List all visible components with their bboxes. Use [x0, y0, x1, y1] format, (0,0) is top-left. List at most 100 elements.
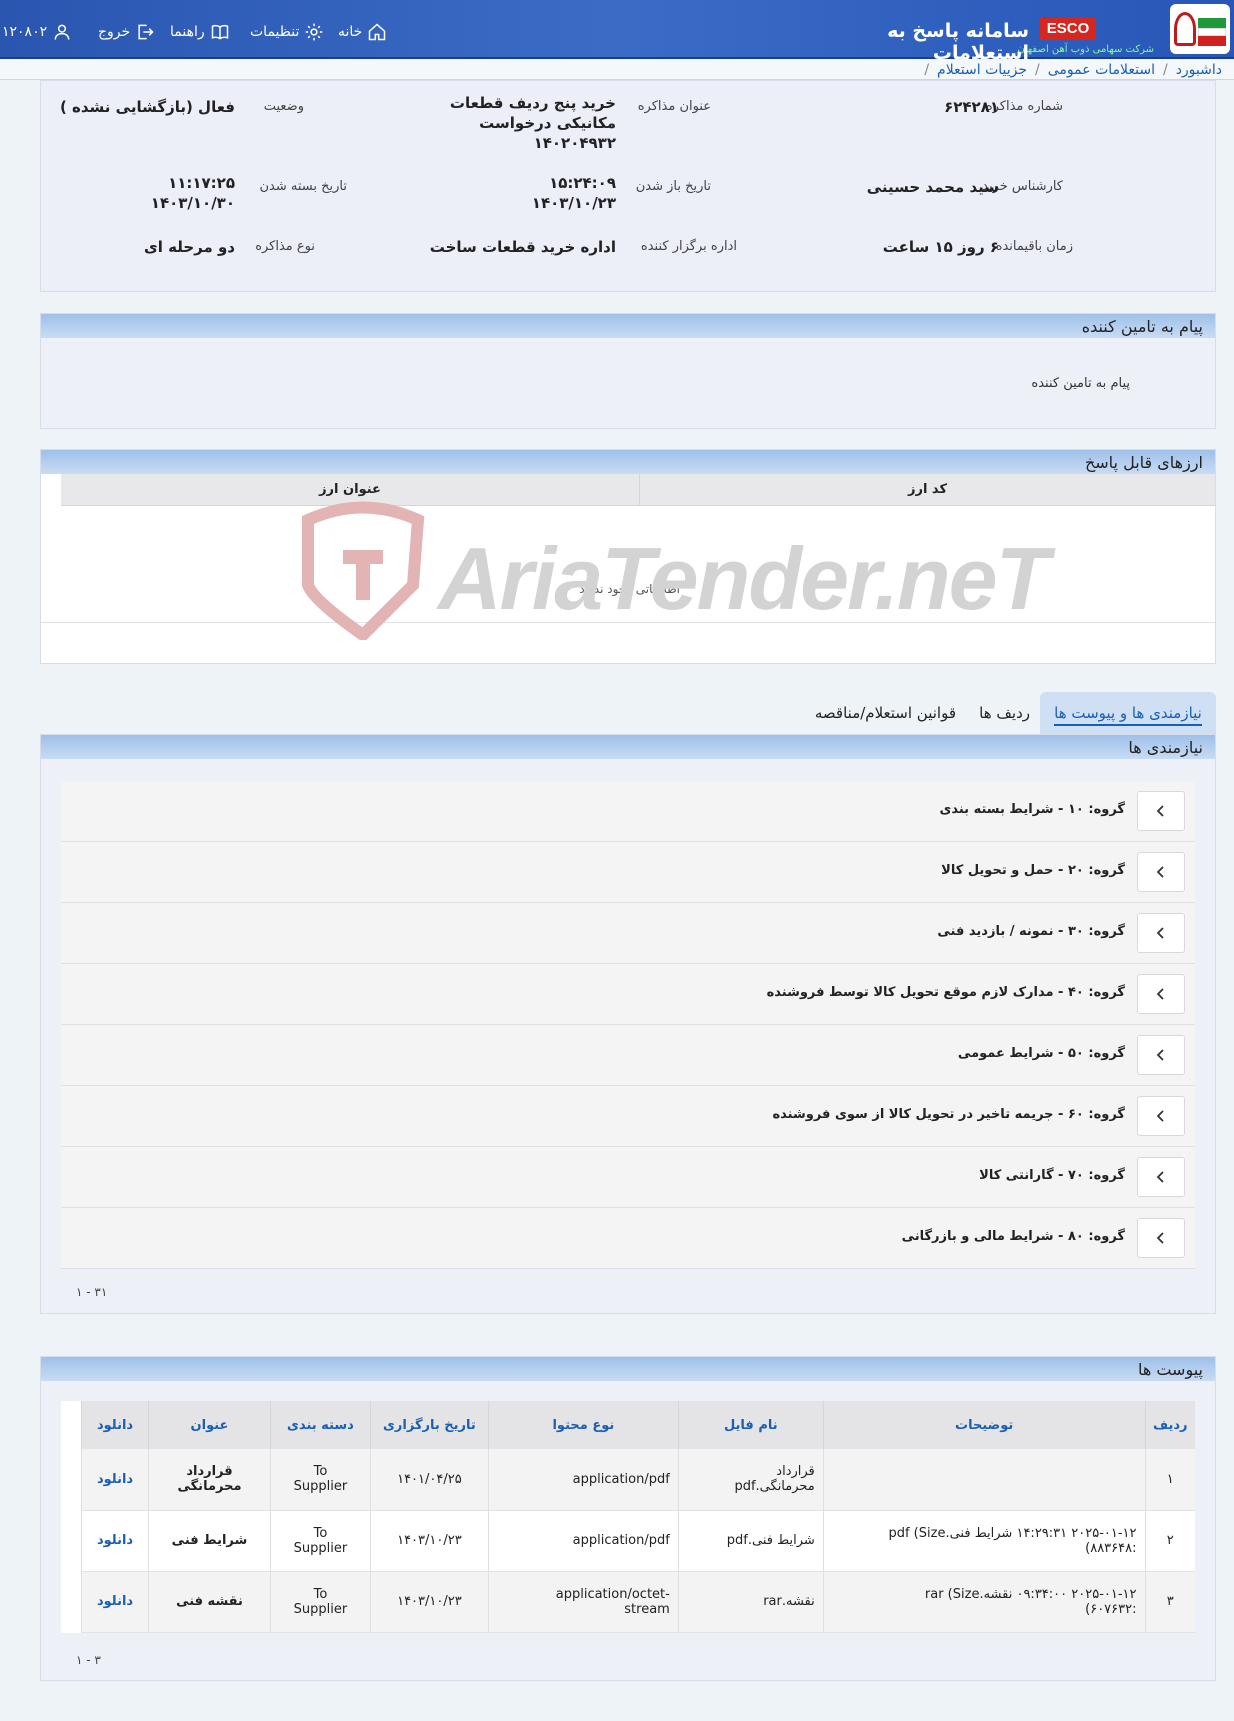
home-icon: [369, 23, 386, 41]
attachments-heading: پیوست ها: [41, 1357, 1215, 1381]
cell-content-type: application/octet-stream: [487, 1571, 679, 1633]
title-value: خرید پنج ردیف قطعات مکانیکی درخواست ۱۴۰۲…: [450, 93, 616, 153]
open-date-value: ۱۵:۲۴:۰۹ ۱۴۰۳/۱۰/۲۳: [532, 173, 616, 213]
requirements-pager: ۱ - ۳۱: [76, 1285, 108, 1299]
cell-content-type: application/pdf: [487, 1510, 679, 1572]
logout-icon: [138, 24, 154, 40]
expand-button[interactable]: [1137, 852, 1185, 892]
col-download[interactable]: دانلود: [80, 1401, 149, 1449]
col-content-type[interactable]: نوع محتوا: [487, 1401, 679, 1449]
desc-line-2: :۶۰۷۶۳۲): [1085, 1601, 1137, 1617]
cell-row: ۱: [1144, 1449, 1195, 1511]
tab-rules[interactable]: قوانین استعلام/مناقصه: [805, 692, 966, 734]
title-line-1: خرید پنج ردیف قطعات: [449, 94, 616, 112]
cat-line-2: Supplier: [293, 1540, 348, 1556]
cat-line-1: To: [313, 1464, 328, 1480]
nav-logout[interactable]: خروج: [98, 22, 155, 42]
gear-icon: [306, 23, 323, 41]
requirement-group[interactable]: گروه: ۸۰ - شرایط مالی و بازرگانی: [61, 1208, 1195, 1269]
chevron-left-icon: [1156, 927, 1164, 939]
user-id: ۱۲۰۸۰۲: [2, 24, 48, 40]
requirement-group-label: گروه: ۳۰ - نمونه / بازدید فنی: [937, 924, 1125, 939]
close-date: ۱۴۰۳/۱۰/۳۰: [150, 194, 235, 212]
tab-label: نیازمندی ها و پیوست ها: [1054, 704, 1202, 726]
organizer-label: اداره برگزار کننده: [640, 239, 737, 254]
breadcrumb-separator: /: [924, 61, 930, 78]
cell-category: To Supplier: [269, 1571, 371, 1633]
download-link[interactable]: دانلود: [97, 1472, 133, 1487]
col-row[interactable]: ردیف: [1144, 1401, 1195, 1449]
cell-file-name: نقشه.rar: [677, 1571, 824, 1633]
requirement-group[interactable]: گروه: ۶۰ - جریمه تاخیر در تحویل کالا از …: [61, 1086, 1195, 1147]
close-time: ۱۱:۱۷:۲۵: [168, 174, 235, 192]
file-line-2: محرمانگی.pdf: [734, 1479, 815, 1495]
col-category[interactable]: دسته بندی: [269, 1401, 371, 1449]
nav-settings-label: تنظیمات: [250, 24, 300, 40]
negotiation-no: ۶۲۴۲۸۱: [944, 98, 999, 116]
col-upload-date[interactable]: تاریخ بارگزاری: [369, 1401, 489, 1449]
expand-button[interactable]: [1137, 913, 1185, 953]
supplier-message-heading: پیام به تامین کننده: [41, 314, 1215, 338]
col-currency-code[interactable]: کد ارز: [639, 474, 1215, 506]
requirement-group[interactable]: گروه: ۷۰ - گارانتی کالا: [61, 1147, 1195, 1208]
supplier-message-panel: پیام به تامین کننده پیام به تامین کننده: [40, 313, 1216, 429]
chevron-left-icon: [1156, 1232, 1164, 1244]
col-file-name[interactable]: نام فایل: [677, 1401, 824, 1449]
nav-guide[interactable]: راهنما: [170, 22, 230, 42]
cell-download: دانلود: [80, 1510, 149, 1572]
requirements-panel: نیازمندی ها گروه: ۱۰ - شرایط بسته بندی گر…: [40, 734, 1216, 1314]
brand: ESCO شرکت سهامی ذوب آهن اصفهان سامانه پا…: [814, 0, 1234, 64]
currencies-empty-message: اطلاعاتی وجود ندارد: [579, 582, 680, 596]
requirements-heading: نیازمندی ها: [41, 735, 1215, 759]
breadcrumb-dashboard[interactable]: داشبورد: [1176, 62, 1222, 78]
expand-button[interactable]: [1137, 1218, 1185, 1258]
requirement-group-label: گروه: ۱۰ - شرایط بسته بندی: [939, 802, 1125, 817]
requirement-group-label: گروه: ۲۰ - حمل و تحویل کالا: [941, 863, 1125, 878]
cat-line-1: To: [313, 1586, 328, 1602]
requirement-group-label: گروه: ۴۰ - مدارک لازم موقع تحویل کالا تو…: [766, 985, 1125, 1000]
nav-user[interactable]: ۱۲۰۸۰۲: [2, 22, 72, 42]
download-link[interactable]: دانلود: [97, 1594, 133, 1609]
cell-file-name: قرارداد محرمانگی.pdf: [677, 1449, 824, 1511]
company-logo: [1170, 4, 1230, 54]
supplier-message-body: پیام به تامین کننده: [1031, 376, 1130, 391]
expand-button[interactable]: [1137, 1157, 1185, 1197]
requirement-group[interactable]: گروه: ۲۰ - حمل و تحویل کالا: [61, 842, 1195, 903]
cell-content-type: application/pdf: [487, 1449, 679, 1511]
tab-bar: نیازمندی ها و پیوست ها ردیف ها قوانین اس…: [40, 684, 1216, 734]
expert-value: سید محمد حسینی: [866, 178, 999, 196]
expand-button[interactable]: [1137, 1035, 1185, 1075]
requirement-group-label: گروه: ۵۰ - شرایط عمومی: [957, 1046, 1125, 1061]
nav-guide-label: راهنما: [170, 24, 205, 40]
user-icon: [54, 24, 70, 40]
requirement-group[interactable]: گروه: ۴۰ - مدارک لازم موقع تحویل کالا تو…: [61, 964, 1195, 1025]
requirement-group[interactable]: گروه: ۱۰ - شرایط بسته بندی: [61, 781, 1195, 842]
nav-home[interactable]: خانه: [338, 22, 387, 42]
cell-download: دانلود: [80, 1449, 149, 1511]
tab-requirements-attachments[interactable]: نیازمندی ها و پیوست ها: [1040, 692, 1216, 734]
col-title[interactable]: عنوان: [148, 1401, 271, 1449]
esco-logo: ESCO: [1040, 18, 1096, 40]
expand-button[interactable]: [1137, 791, 1185, 831]
col-description[interactable]: توضیحات: [822, 1401, 1146, 1449]
requirement-group[interactable]: گروه: ۳۰ - نمونه / بازدید فنی: [61, 903, 1195, 964]
nav-settings[interactable]: تنظیمات: [250, 22, 324, 42]
breadcrumb-public-inquiries[interactable]: استعلامات عمومی: [1048, 62, 1155, 78]
title-label: عنوان مذاکره: [637, 99, 711, 114]
inquiry-info-panel: شماره مذاکره ۶۲۴۲۸۱ عنوان مذاکره خرید پن…: [40, 80, 1216, 292]
col-currency-title[interactable]: عنوان ارز: [61, 474, 639, 506]
cell-upload-date: ۱۴۰۳/۱۰/۲۳: [369, 1571, 489, 1633]
tab-rows[interactable]: ردیف ها: [969, 692, 1040, 734]
open-date-label: تاریخ باز شدن: [635, 179, 711, 194]
requirement-group[interactable]: گروه: ۵۰ - شرایط عمومی: [61, 1025, 1195, 1086]
desc-line-2: :۸۸۳۶۴۸): [1085, 1540, 1137, 1556]
breadcrumb-inquiry-details[interactable]: جزییات استعلام: [937, 62, 1027, 78]
currencies-table-header: کد ارز عنوان ارز: [61, 474, 1215, 506]
requirement-group-label: گروه: ۶۰ - جریمه تاخیر در تحویل کالا از …: [772, 1107, 1125, 1122]
expand-button[interactable]: [1137, 1096, 1185, 1136]
cell-description: ۲۰۲۵-۰۱-۱۲ ۱۴:۲۹:۳۱ شرایط فنی.pdf (Size:…: [822, 1510, 1146, 1572]
cat-line-2: Supplier: [293, 1479, 348, 1495]
download-link[interactable]: دانلود: [97, 1533, 133, 1548]
expand-button[interactable]: [1137, 974, 1185, 1014]
cell-upload-date: ۱۴۰۳/۱۰/۲۳: [369, 1510, 489, 1572]
